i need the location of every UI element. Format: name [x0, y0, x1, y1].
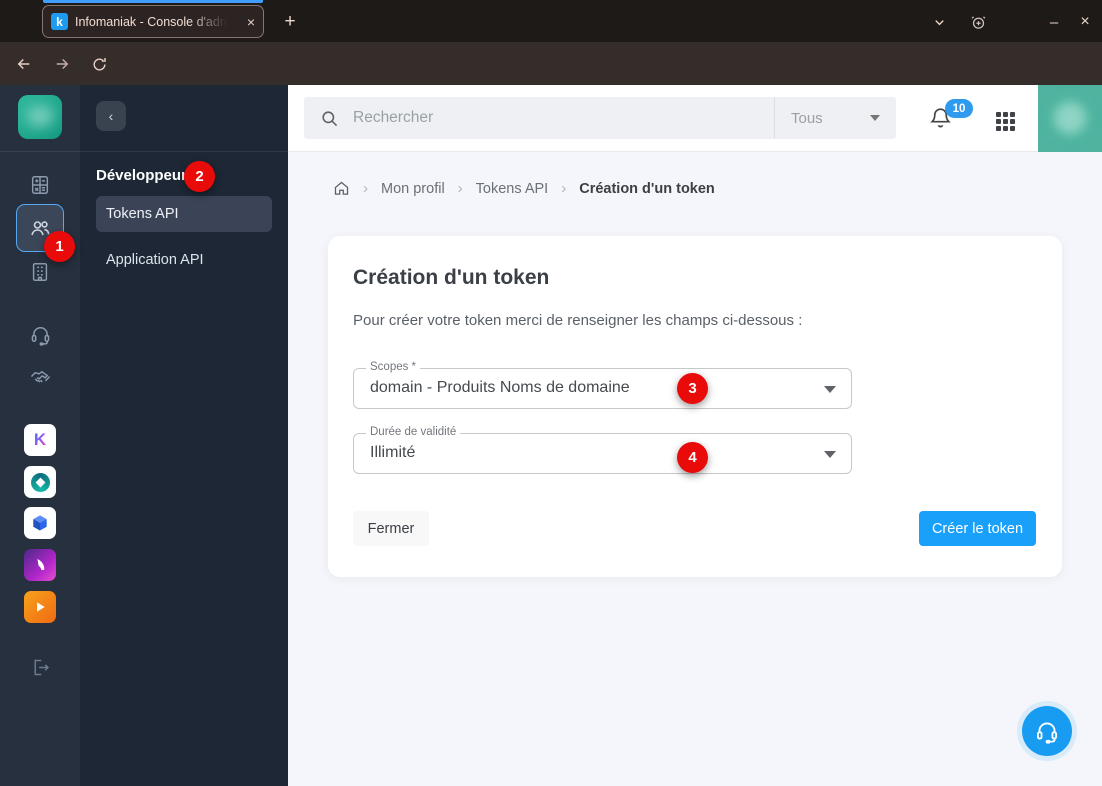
home-icon[interactable] [333, 180, 350, 197]
app-window: K ‹ Développeur Tokens API Application A… [0, 85, 1102, 786]
scopes-value: domain - Produits Noms de domaine [370, 379, 630, 396]
organization-logo[interactable] [18, 95, 62, 139]
annotation-badge-4: 4 [677, 442, 708, 473]
annotation-badge-1: 1 [44, 231, 75, 262]
kdrive-app-icon[interactable] [24, 466, 56, 498]
create-token-button[interactable]: Créer le token [919, 511, 1036, 546]
primary-sidebar: K [0, 85, 80, 786]
breadcrumb-item-current: Création d'un token [579, 180, 715, 197]
active-tab-accent-line [43, 0, 263, 3]
tab-title: Infomaniak - Console d'adm [75, 14, 227, 29]
annotation-badge-3: 3 [677, 373, 708, 404]
tab-close-icon[interactable]: × [247, 14, 255, 30]
window-close-button[interactable]: × [1071, 8, 1099, 36]
apps-grid-icon[interactable] [996, 112, 1015, 131]
vod-play-app-icon[interactable] [24, 591, 56, 623]
support-chat-fab[interactable] [1022, 706, 1072, 756]
breadcrumb: › Mon profil › Tokens API › Création d'u… [333, 180, 715, 197]
notifications-count-badge: 10 [945, 99, 973, 118]
collapse-sidebar-button[interactable]: ‹ [96, 101, 126, 131]
secondary-sidebar: ‹ Développeur Tokens API Application API [80, 85, 288, 786]
forward-icon[interactable] [49, 51, 75, 77]
search-filter-dropdown[interactable]: Tous [774, 97, 896, 139]
top-header-bar: Rechercher Tous 10 [288, 85, 1102, 152]
sidebar-item-organization[interactable] [0, 261, 80, 283]
breadcrumb-separator: › [561, 180, 567, 197]
ksuite-app-icon[interactable]: K [24, 424, 56, 456]
browser-tab[interactable]: k Infomaniak - Console d'adm × [42, 5, 264, 38]
alarm-clock-icon[interactable] [964, 8, 992, 36]
validity-select[interactable]: Durée de validité Illimité [353, 426, 852, 474]
kchat-cube-app-icon[interactable] [24, 507, 56, 539]
sidebar-divider [0, 151, 80, 152]
breadcrumb-item-tokens-api[interactable]: Tokens API [476, 181, 549, 197]
validity-value: Illimité [370, 444, 416, 461]
filter-value: Tous [791, 109, 823, 127]
breadcrumb-item-mon-profil[interactable]: Mon profil [381, 181, 445, 197]
user-avatar[interactable] [1038, 85, 1102, 152]
search-input[interactable]: Rechercher Tous [304, 97, 896, 139]
notifications-button[interactable]: 10 [928, 99, 973, 135]
nav-item-label: Tokens API [106, 206, 179, 222]
sidebar-item-support[interactable] [0, 323, 80, 346]
main-area: Rechercher Tous 10 › Mon profil › Tokens… [288, 85, 1102, 786]
phone-app-icon[interactable] [24, 549, 56, 581]
back-icon[interactable] [11, 51, 37, 77]
sidebar-item-tokens-api[interactable]: Tokens API [96, 196, 272, 232]
token-creation-card: Création d'un token Pour créer votre tok… [328, 236, 1062, 577]
annotation-badge-2: 2 [184, 161, 215, 192]
browser-tab-strip: k Infomaniak - Console d'adm × + – × [0, 0, 1102, 42]
list-tabs-chevron-icon[interactable] [925, 8, 953, 36]
scopes-label: Scopes * [366, 361, 421, 373]
window-minimize-button[interactable]: – [1040, 8, 1068, 36]
breadcrumb-separator: › [457, 180, 463, 197]
nav-section-heading: Développeur [96, 167, 187, 184]
sidebar-item-application-api[interactable]: Application API [96, 242, 272, 278]
page-title: Création d'un token [353, 266, 550, 289]
chevron-down-icon [824, 451, 836, 458]
chevron-down-icon [870, 115, 880, 121]
reload-icon[interactable] [86, 51, 112, 77]
validity-label: Durée de validité [366, 426, 461, 438]
headset-icon [1036, 722, 1058, 744]
scopes-select[interactable]: Scopes * domain - Produits Noms de domai… [353, 361, 852, 409]
chevron-down-icon [824, 386, 836, 393]
browser-toolbar: https://manager.infomaniak.com/v3/g/p 28… [0, 42, 1102, 122]
logout-icon[interactable] [0, 657, 80, 678]
sidebar-item-billing[interactable] [0, 174, 80, 196]
nav-item-label: Application API [106, 252, 204, 268]
new-tab-button[interactable]: + [276, 8, 304, 36]
infomaniak-favicon-icon: k [51, 13, 68, 30]
close-button[interactable]: Fermer [353, 511, 429, 546]
search-placeholder: Rechercher [353, 109, 434, 126]
search-icon [320, 109, 339, 128]
breadcrumb-separator: › [363, 180, 368, 197]
sidebar-divider [80, 151, 288, 152]
sidebar-item-partner[interactable] [0, 366, 80, 389]
card-subtitle: Pour créer votre token merci de renseign… [353, 312, 803, 329]
